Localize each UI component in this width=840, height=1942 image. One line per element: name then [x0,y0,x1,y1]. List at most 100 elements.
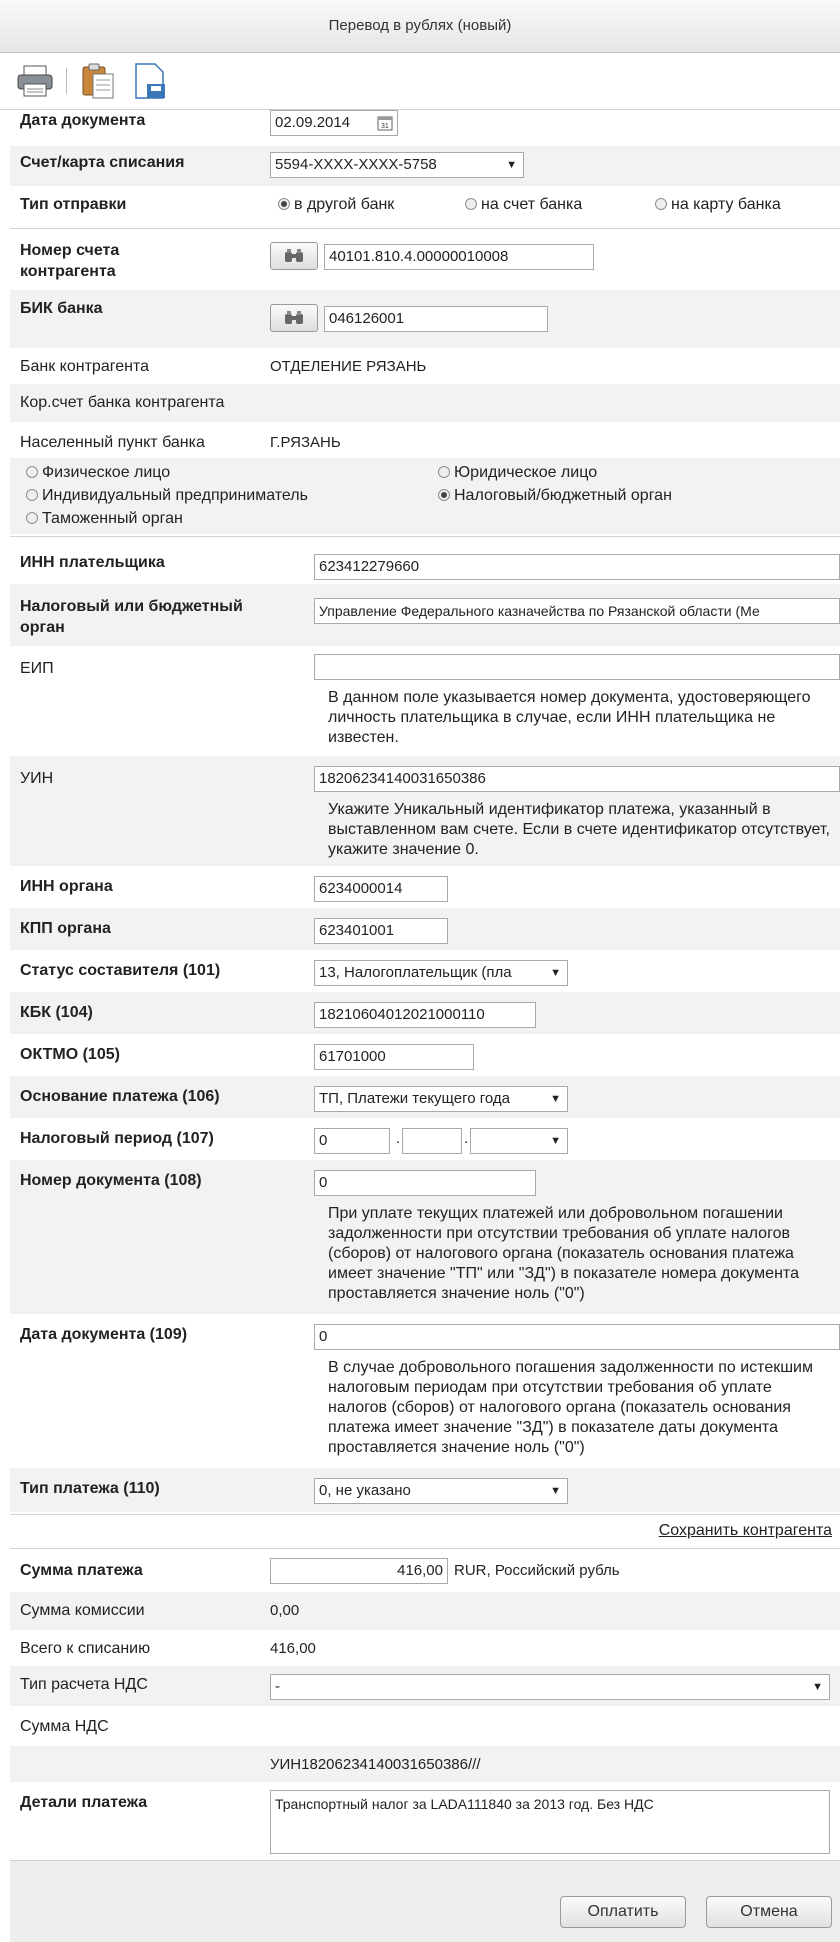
radio-bank-card[interactable]: на карту банка [655,196,781,214]
radio-icon [438,489,450,501]
bank-value: ОТДЕЛЕНИЕ РЯЗАНЬ [270,358,427,375]
commission-value: 0,00 [270,1602,300,1619]
row-corr: Кор.счет банка контрагента [10,384,840,422]
doc-date109-input[interactable]: 0 [314,1324,840,1350]
account-select[interactable]: 5594-XXXX-XXXX-5758 ▼ [270,152,524,178]
row-pay-type: Тип платежа (110) 0, не указано ▼ [10,1468,840,1512]
acc-number-label-2: контрагента [20,263,116,280]
row-save-contractor: Сохранить контрагента [10,1516,840,1546]
radio-other-bank-label: в другой банк [294,196,395,213]
radio-individual[interactable]: Физическое лицо [26,464,170,482]
radio-legal-label: Юридическое лицо [454,464,598,481]
radio-icon [26,466,38,478]
chevron-down-icon: ▼ [550,1093,561,1105]
bik-input[interactable]: 046126001 [324,306,548,332]
row-bank: Банк контрагента ОТДЕЛЕНИЕ РЯЗАНЬ [10,348,840,384]
row-uin-line: УИН18206234140031650386/// [10,1746,840,1782]
chevron-down-icon: ▼ [550,1485,561,1497]
divider [10,228,840,229]
city-value: Г.РЯЗАНЬ [270,434,341,451]
vat-type-value: - [275,1678,280,1695]
period-dot-2: . [464,1130,469,1147]
clipboard-icon[interactable] [77,60,119,102]
save-contractor-link[interactable]: Сохранить контрагента [659,1522,832,1540]
account-value: 5594-XXXX-XXXX-5758 [275,156,437,173]
eip-label: ЕИП [20,660,54,677]
details-textarea[interactable]: Транспортный налог за LADA111840 за 2013… [270,1790,830,1854]
pay-type-select[interactable]: 0, не указано ▼ [314,1478,568,1504]
pay-button[interactable]: Оплатить [560,1896,686,1928]
row-basis: Основание платежа (106) ТП, Платежи теку… [10,1076,840,1118]
radio-customs[interactable]: Таможенный орган [26,510,183,528]
doc-date109-hint: В случае добровольного погашения задолже… [328,1359,813,1456]
search-bik-button[interactable] [270,304,318,332]
chevron-down-icon: ▼ [550,967,561,979]
calendar-icon[interactable]: 31 [377,115,393,131]
bik-label: БИК банка [20,300,103,317]
basis-label: Основание платежа (106) [20,1088,220,1105]
row-eip: ЕИП В данном поле указывается номер доку… [10,646,840,756]
radio-icon [26,512,38,524]
total-label: Всего к списанию [20,1640,151,1657]
send-type-label: Тип отправки [20,196,127,213]
radio-tax-organ[interactable]: Налоговый/бюджетный орган [438,487,672,505]
period-year-select[interactable]: ▼ [470,1128,568,1154]
radio-legal[interactable]: Юридическое лицо [438,464,597,482]
inn-payer-input[interactable]: 623412279660 [314,554,840,580]
commission-label: Сумма комиссии [20,1602,145,1619]
row-city: Населенный пункт банка Г.РЯЗАНЬ [10,422,840,458]
status-select[interactable]: 13, Налогоплательщик (пла ▼ [314,960,568,986]
inn-organ-input[interactable]: 6234000014 [314,876,448,902]
payment-window: Перевод в рублях (новый) Дата документа … [0,0,840,1942]
acc-number-label-1: Номер счета [20,242,120,259]
organ-input[interactable]: Управление Федерального казначейства по … [314,598,840,624]
total-value: 416,00 [270,1640,316,1657]
oktmo-input[interactable]: 61701000 [314,1044,474,1070]
period-input-2[interactable] [402,1128,462,1154]
printer-icon[interactable] [14,60,56,102]
inn-payer-label: ИНН плательщика [20,554,165,571]
row-inn-organ: ИНН органа 6234000014 [10,866,840,908]
radio-individual-label: Физическое лицо [42,464,171,481]
radio-entrepreneur[interactable]: Индивидуальный предприниматель [26,487,308,505]
row-amount: Сумма платежа 416,00 RUR, Российский руб… [10,1550,840,1592]
row-commission: Сумма комиссии 0,00 [10,1592,840,1630]
period-input-1[interactable]: 0 [314,1128,390,1154]
row-send-type: Тип отправки в другой банк на счет банка… [10,186,840,226]
vat-type-select[interactable]: - ▼ [270,1674,830,1700]
radio-icon [438,466,450,478]
radio-bank-account[interactable]: на счет банка [465,196,582,214]
acc-number-input[interactable]: 40101.810.4.00000010008 [324,244,594,270]
amount-input[interactable]: 416,00 [270,1558,448,1584]
inn-organ-label: ИНН органа [20,878,113,895]
doc-date-input[interactable]: 02.09.2014 31 [270,110,398,136]
uin-line-text: УИН18206234140031650386/// [270,1756,481,1773]
radio-bank-account-label: на счет банка [481,196,583,213]
basis-select[interactable]: ТП, Платежи текущего года ▼ [314,1086,568,1112]
row-inn-payer: ИНН плательщика 623412279660 [10,540,840,584]
amount-label: Сумма платежа [20,1562,143,1579]
cancel-button[interactable]: Отмена [706,1896,832,1928]
row-bik: БИК банка 046126001 [10,290,840,348]
divider [10,1514,840,1515]
radio-other-bank[interactable]: в другой банк [278,196,394,214]
recipient-type-group: Физическое лицо Юридическое лицо Индивид… [10,458,840,534]
doc-number-input[interactable]: 0 [314,1170,536,1196]
acc-number-label: Номер счета контрагента [20,240,119,282]
chevron-down-icon: ▼ [506,159,517,171]
uin-hint: Укажите Уникальный идентификатор платежа… [328,801,830,858]
uin-input[interactable]: 18206234140031650386 [314,766,840,792]
radio-icon [278,198,290,210]
kpp-input[interactable]: 623401001 [314,918,448,944]
search-account-button[interactable] [270,242,318,270]
period-label: Налоговый период (107) [20,1130,214,1147]
row-kpp: КПП органа 623401001 [10,908,840,950]
chevron-down-icon: ▼ [812,1681,823,1693]
row-status: Статус составителя (101) 13, Налогоплате… [10,950,840,992]
doc-date109-label: Дата документа (109) [20,1326,188,1343]
pay-type-label: Тип платежа (110) [20,1480,160,1497]
eip-input[interactable] [314,654,840,680]
kbk-input[interactable]: 18210604012021000110 [314,1002,536,1028]
kpp-label: КПП органа [20,920,111,937]
save-icon[interactable] [129,60,171,102]
